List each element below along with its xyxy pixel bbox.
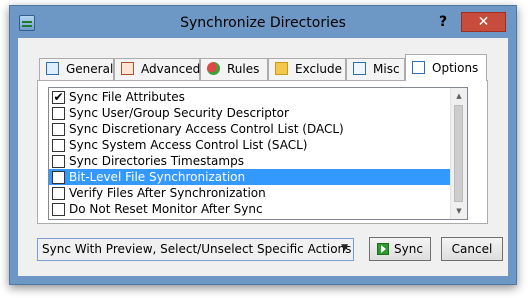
options-icon	[412, 61, 425, 74]
tab-options[interactable]: Options	[405, 54, 487, 81]
option-label: Bit-Level File Synchronization	[69, 170, 246, 184]
rules-icon	[207, 62, 220, 75]
option-label: Do Not Reset Monitor After Sync	[69, 202, 263, 216]
help-button[interactable]: ?	[434, 13, 452, 31]
option-sync-directories-timestamps[interactable]: Sync Directories Timestamps	[49, 153, 454, 169]
advanced-icon	[121, 62, 134, 75]
vertical-scrollbar[interactable]: ▲ ▼	[450, 88, 467, 219]
tab-label: Misc	[373, 62, 400, 76]
option-sync-sacl[interactable]: Sync System Access Control List (SACL)	[49, 137, 454, 153]
tab-label: General	[66, 62, 114, 76]
general-icon	[46, 62, 59, 75]
checkbox[interactable]: ✔	[52, 91, 65, 104]
synchronize-directories-dialog: Synchronize Directories ? ✕ General Adva…	[9, 5, 517, 285]
tab-rules[interactable]: Rules	[200, 58, 268, 80]
option-label: Verify Files After Synchronization	[69, 186, 266, 200]
exclude-icon	[275, 62, 288, 75]
tab-advanced[interactable]: Advanced	[114, 58, 200, 80]
tab-label: Exclude	[295, 62, 343, 76]
option-label: Sync Directories Timestamps	[69, 154, 244, 168]
tab-label: Advanced	[141, 62, 201, 76]
sync-play-icon	[377, 243, 390, 255]
tab-label: Options	[432, 61, 479, 75]
checkbox[interactable]	[52, 155, 65, 168]
sync-button[interactable]: Sync	[369, 237, 431, 261]
option-bit-level-file-synchronization[interactable]: Bit-Level File Synchronization	[49, 169, 454, 185]
misc-icon	[353, 62, 366, 75]
option-verify-files-after-synchronization[interactable]: Verify Files After Synchronization	[49, 185, 454, 201]
option-label: Sync Discretionary Access Control List (…	[69, 122, 344, 136]
checkbox[interactable]	[52, 123, 65, 136]
chevron-down-icon: ▼	[341, 243, 348, 253]
scroll-up-arrow-icon[interactable]: ▲	[451, 88, 467, 104]
checkbox[interactable]	[52, 187, 65, 200]
options-checklist[interactable]: ✔ Sync File Attributes Sync User/Group S…	[48, 87, 468, 220]
checkbox[interactable]	[52, 203, 65, 216]
scroll-down-arrow-icon[interactable]: ▼	[451, 203, 467, 219]
sync-button-label: Sync	[394, 242, 423, 256]
tab-general[interactable]: General	[39, 58, 114, 80]
option-label: Sync System Access Control List (SACL)	[69, 138, 308, 152]
checkbox[interactable]	[52, 107, 65, 120]
options-tab-panel: ✔ Sync File Attributes Sync User/Group S…	[37, 80, 488, 224]
option-sync-file-attributes[interactable]: ✔ Sync File Attributes	[49, 89, 454, 105]
tab-label: Rules	[227, 62, 260, 76]
option-do-not-reset-monitor-after-sync[interactable]: Do Not Reset Monitor After Sync	[49, 201, 454, 217]
option-sync-user-group-security-descriptor[interactable]: Sync User/Group Security Descriptor	[49, 105, 454, 121]
option-label: Sync User/Group Security Descriptor	[69, 106, 289, 120]
sync-mode-dropdown[interactable]: Sync With Preview, Select/Unselect Speci…	[37, 238, 354, 261]
cancel-button[interactable]: Cancel	[441, 237, 503, 261]
option-sync-dacl[interactable]: Sync Discretionary Access Control List (…	[49, 121, 454, 137]
checkbox[interactable]	[52, 139, 65, 152]
dialog-client-area: General Advanced Rules Exclude Misc Opti…	[18, 38, 508, 276]
title-bar[interactable]: Synchronize Directories ? ✕	[10, 6, 516, 39]
scrollbar-thumb[interactable]	[454, 105, 463, 202]
close-button[interactable]: ✕	[461, 12, 506, 32]
checkbox[interactable]	[52, 171, 65, 184]
option-label: Sync File Attributes	[69, 90, 185, 104]
sync-mode-value: Sync With Preview, Select/Unselect Speci…	[42, 242, 352, 256]
tab-exclude[interactable]: Exclude	[268, 58, 346, 80]
tab-misc[interactable]: Misc	[346, 58, 405, 80]
